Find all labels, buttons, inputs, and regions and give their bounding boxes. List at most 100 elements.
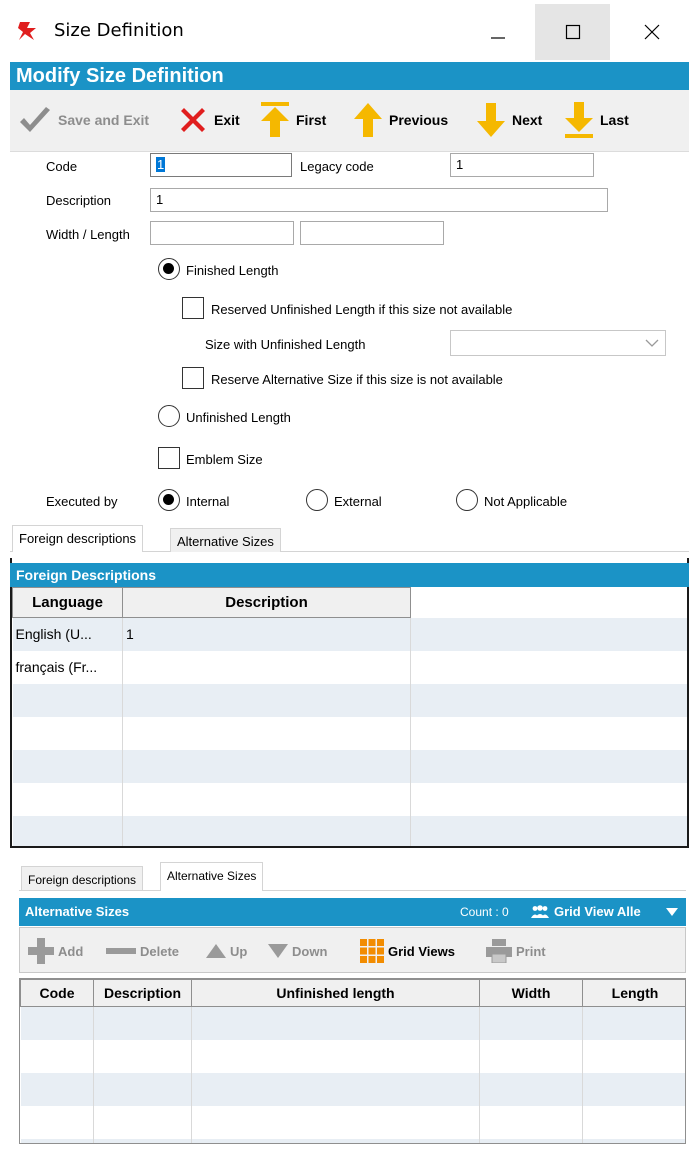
description-label: Description [46,193,112,208]
table-row[interactable] [12,782,687,816]
save-and-exit-button[interactable]: Save and Exit [18,98,149,142]
reserve-alternative-label: Reserve Alternative Size if this size is… [211,372,503,387]
unfinished-length-radio[interactable] [158,405,180,427]
table-row[interactable] [12,716,687,750]
close-button[interactable] [614,4,689,60]
table-row[interactable] [20,1006,685,1040]
grid-views-button[interactable]: Grid Views [360,936,455,966]
up-button[interactable]: Up [206,936,247,966]
legacy-code-input[interactable]: 1 [450,153,594,177]
description-input[interactable]: 1 [150,188,608,212]
exit-label: Exit [214,112,240,128]
code-label: Code [46,159,78,174]
alternative-sizes-grid: Code Description Unfinished length Width… [19,978,686,1144]
grid-views-label: Grid Views [388,943,455,959]
tab-foreign-descriptions-bottom[interactable]: Foreign descriptions [21,866,144,890]
column-header-length[interactable]: Length [582,979,685,1007]
cell-description[interactable]: 1 [122,617,411,651]
executed-external-label: External [334,494,382,509]
tab-alternative-sizes-bottom[interactable]: Alternative Sizes [160,862,264,891]
delete-button[interactable]: Delete [106,936,179,966]
reserved-unfinished-label: Reserved Unfinished Length if this size … [211,302,513,317]
tab-foreign-descriptions[interactable]: Foreign descriptions [12,525,144,552]
length-input[interactable] [300,221,444,245]
table-row[interactable]: English (U... 1 [12,617,687,651]
page-title: Modify Size Definition [10,62,689,90]
last-button[interactable]: Last [564,98,629,142]
triangle-down-icon [268,944,288,958]
grid-icon [360,939,384,963]
emblem-size-label: Emblem Size [186,452,263,467]
cell-language[interactable]: français (Fr... [12,650,123,684]
cell-language[interactable]: English (U... [12,617,123,651]
window-title: Size Definition [54,20,184,41]
column-header-language[interactable]: Language [12,587,123,618]
width-length-label: Width / Length [46,227,130,242]
size-with-unfinished-select[interactable] [450,330,666,356]
maximize-button[interactable] [535,4,610,60]
executed-internal-radio[interactable] [158,489,180,511]
add-label: Add [58,943,84,959]
previous-button[interactable]: Previous [353,98,448,142]
users-icon [531,905,549,918]
cell-description[interactable] [122,650,411,684]
table-row[interactable] [12,749,687,783]
executed-internal-label: Internal [186,494,230,509]
column-header-code[interactable]: Code [20,979,94,1007]
tab-alternative-sizes[interactable]: Alternative Sizes [170,528,281,552]
down-label: Down [292,943,328,959]
minimize-button[interactable] [460,4,535,60]
column-header-width[interactable]: Width [479,979,583,1007]
print-label: Print [516,943,546,959]
foreign-descriptions-grid: Language Description English (U... 1 fra… [12,587,687,846]
table-row[interactable] [12,683,687,717]
pin-app-icon [18,22,36,40]
down-button[interactable]: Down [268,936,327,966]
first-button[interactable]: First [260,98,326,142]
window-title-bar: Size Definition [0,0,689,62]
plus-icon [28,938,54,964]
table-row[interactable] [20,1072,685,1106]
red-x-icon [181,108,205,132]
print-button[interactable]: Print [486,936,546,966]
count-label: Count : 0 [460,905,509,919]
emblem-size-checkbox[interactable] [158,447,180,469]
alternative-sizes-title: Alternative Sizes [25,904,130,919]
next-label: Next [512,112,543,128]
main-toolbar: Save and Exit Exit First Previous Next L… [10,90,689,152]
add-button[interactable]: Add [28,936,83,966]
cell-empty [410,650,687,684]
grid-view-selector[interactable]: Grid View Alle [554,898,641,926]
table-row[interactable] [20,1105,685,1139]
column-header-description[interactable]: Description [122,587,411,618]
minus-icon [106,948,136,954]
width-input[interactable] [150,221,294,245]
legacy-code-label: Legacy code [300,159,374,174]
unfinished-length-label: Unfinished Length [186,410,291,425]
arrow-first-icon [261,102,289,137]
column-header-empty [410,587,687,618]
exit-button[interactable]: Exit [178,98,240,142]
table-row[interactable] [20,1138,685,1143]
up-label: Up [230,943,248,959]
column-header-description[interactable]: Description [93,979,192,1007]
cell-empty [410,617,687,651]
table-row[interactable]: français (Fr... [12,650,687,684]
column-header-unfinished-length[interactable]: Unfinished length [191,979,480,1007]
size-with-unfinished-label: Size with Unfinished Length [205,337,366,352]
minimize-icon [490,37,505,39]
next-button[interactable]: Next [476,98,542,142]
table-row[interactable] [20,1039,685,1073]
reserved-unfinished-checkbox[interactable] [182,297,204,319]
arrow-last-icon [565,102,593,138]
arrow-up-icon [354,103,382,137]
caret-down-icon[interactable] [666,908,678,916]
code-input[interactable]: 1 [150,153,292,177]
executed-not-applicable-radio[interactable] [456,489,478,511]
previous-label: Previous [389,112,449,128]
executed-external-radio[interactable] [306,489,328,511]
reserve-alternative-checkbox[interactable] [182,367,204,389]
table-row[interactable] [12,815,687,846]
alternative-sizes-toolbar: Add Delete Up Down Grid Views Print [19,927,686,973]
finished-length-radio[interactable] [158,258,180,280]
